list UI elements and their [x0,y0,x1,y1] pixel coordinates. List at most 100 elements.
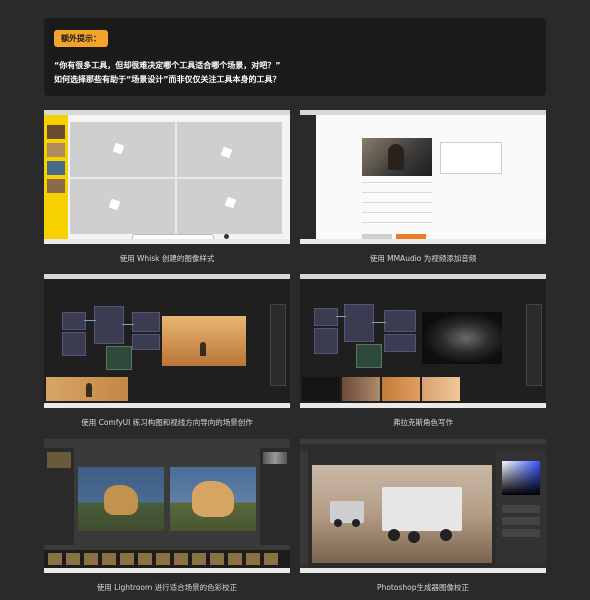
panel-tab[interactable] [502,517,540,525]
taskbar [44,568,290,573]
form-field[interactable] [362,222,432,223]
histogram [263,452,287,464]
tip-question: “你有很多工具，但却很难决定哪个工具适合哪个场景，对吧？” [54,61,281,70]
film-thumb[interactable] [156,553,170,565]
node-link [84,320,96,321]
film-thumb[interactable] [66,553,80,565]
taskbar [44,403,290,408]
wheel [408,531,420,543]
walker-figure [86,383,92,397]
properties-panel[interactable] [496,449,546,565]
film-thumb[interactable] [48,553,62,565]
reference-thumb[interactable] [47,125,65,139]
whisk-canvas[interactable] [70,122,282,234]
film-thumb[interactable] [84,553,98,565]
film-thumb[interactable] [138,553,152,565]
output-thumb[interactable] [342,377,380,401]
graph-node[interactable] [344,304,374,342]
graph-node[interactable] [62,332,86,356]
screenshot-mmaudio[interactable] [300,110,546,244]
caption-comfyui: 使用 ComfyUI 练习构图和视线方向导向的场景创作 [81,418,253,427]
tip-badge: 额外提示： [54,30,108,47]
film-thumb[interactable] [228,553,242,565]
navigator-thumb [47,452,71,468]
grid-divider [70,177,282,179]
output-thumb[interactable] [382,377,420,401]
reference-thumb[interactable] [47,179,65,193]
graph-node[interactable] [356,344,382,368]
node-link [336,316,346,317]
caption-whisk: 使用 Whisk 创建的图像样式 [119,254,215,263]
toolbar[interactable] [300,451,308,565]
form-field[interactable] [362,212,432,213]
output-strip [46,377,128,401]
wheel [352,519,360,527]
after-image [170,467,256,531]
taskbar [300,403,546,408]
output-box [440,142,502,174]
panel-tab[interactable] [502,529,540,537]
caption-lightroom: 使用 Lightroom 进行适合场景的色彩校正 [96,583,238,592]
before-image [78,467,164,531]
image-card[interactable] [224,196,237,209]
wheel [440,529,452,541]
screenshot-whisk[interactable] [44,110,290,244]
film-thumb[interactable] [210,553,224,565]
truck [382,487,462,531]
lioness [104,485,138,515]
graph-node[interactable] [132,312,160,332]
screenshot-comfyui[interactable] [44,274,290,408]
mmaudio-page [300,115,546,239]
image-card[interactable] [220,146,233,159]
screenshot-photoshop[interactable] [300,439,546,573]
whisk-sidebar [44,115,68,239]
film-thumb[interactable] [264,553,278,565]
graph-node[interactable] [62,312,86,330]
output-thumb[interactable] [302,377,340,401]
image-card[interactable] [112,142,125,155]
side-panel[interactable] [270,304,286,386]
output-thumb[interactable] [422,377,460,401]
node-link [122,324,134,325]
film-thumb[interactable] [192,553,206,565]
form-field[interactable] [362,192,432,193]
film-thumb[interactable] [174,553,188,565]
image-card[interactable] [108,198,121,211]
screenshot-lightroom[interactable] [44,439,290,573]
document-canvas[interactable] [312,465,492,563]
color-picker[interactable] [502,461,540,495]
graph-node[interactable] [314,328,338,354]
navigator-panel[interactable] [44,448,74,545]
tip-subquestion: 如何选择那些有助于“场景设计”而非仅仅关注工具本身的工具？ [54,75,281,84]
graph-node[interactable] [314,308,338,326]
graph-node[interactable] [384,334,416,352]
reference-thumb[interactable] [47,143,65,157]
graph-node[interactable] [94,306,124,344]
taskbar [300,568,546,573]
taskbar [300,239,546,244]
taskbar [44,239,290,244]
film-thumb[interactable] [102,553,116,565]
screenshot-flux[interactable] [300,274,546,408]
caption-photoshop: Photoshop生成器图像校正 [377,583,469,592]
graph-node[interactable] [106,346,132,370]
develop-panel[interactable] [260,448,290,545]
film-thumb[interactable] [120,553,134,565]
caption-flux: 弗拉克斯角色写作 [393,418,453,427]
mmaudio-sidebar [300,115,316,239]
film-thumb[interactable] [246,553,260,565]
filmstrip[interactable] [44,550,290,568]
graph-node[interactable] [384,310,416,332]
form-field[interactable] [362,202,432,203]
portrait-render [422,312,502,364]
wheel [388,529,400,541]
form-field[interactable] [362,182,432,183]
side-panel[interactable] [526,304,542,386]
lioness [192,481,234,517]
walker-figure [200,342,206,356]
reference-thumb[interactable] [47,161,65,175]
panel-tab[interactable] [502,505,540,513]
graph-node[interactable] [132,334,160,350]
tip-box: 额外提示： “你有很多工具，但却很难决定哪个工具适合哪个场景，对吧？” 如何选择… [44,18,546,96]
desert-render [162,316,246,366]
